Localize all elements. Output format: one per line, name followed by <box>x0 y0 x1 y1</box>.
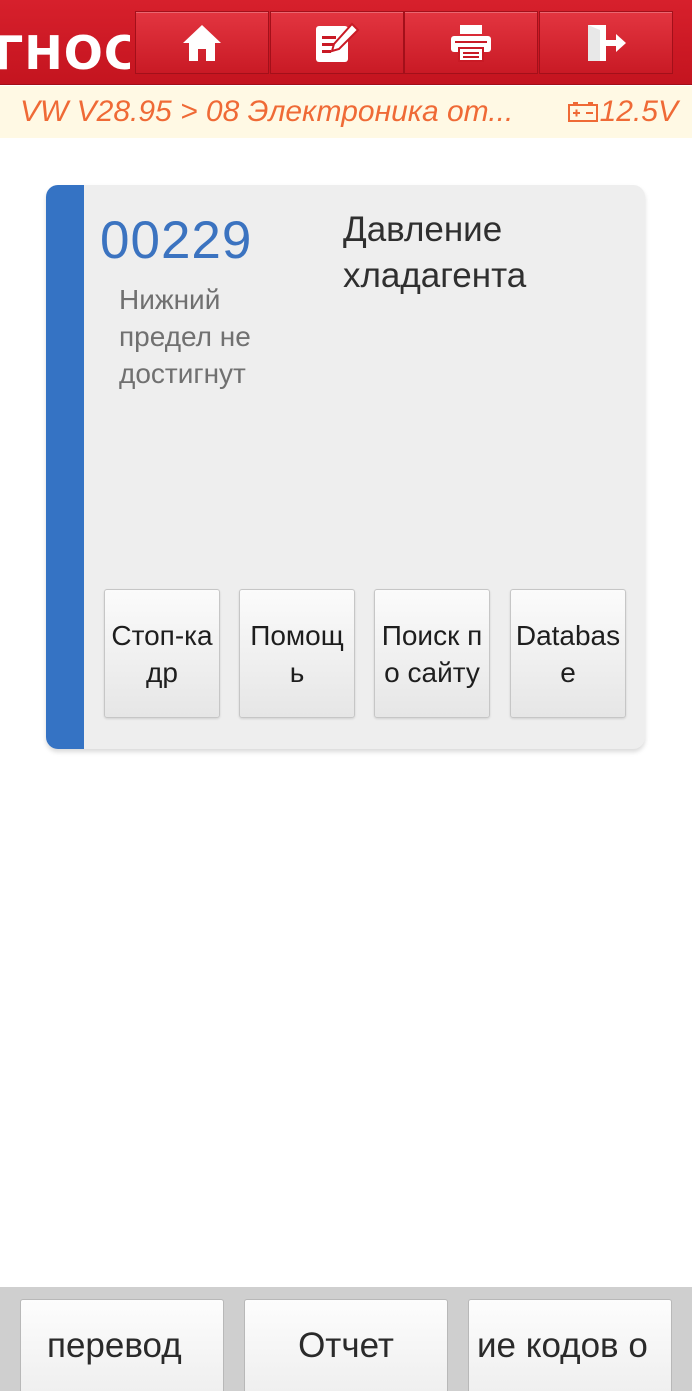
home-icon <box>183 24 221 61</box>
voltage-indicator: 12.5V <box>567 86 678 138</box>
translate-button[interactable]: перевод <box>20 1299 224 1391</box>
dtc-status: Нижний предел не достигнут <box>119 284 251 389</box>
dtc-card: 00229 Нижний предел не достигнут Давлени… <box>46 185 645 749</box>
breadcrumb-bar: VW V28.95 > 08 Электроника от... 12.5V <box>0 86 692 138</box>
voltage-value: 12.5V <box>599 95 678 128</box>
card-accent-stripe <box>46 185 84 749</box>
breadcrumb: VW V28.95 > 08 Электроника от... <box>20 95 514 128</box>
battery-icon <box>567 102 598 122</box>
print-button[interactable] <box>404 11 538 74</box>
printer-icon <box>451 24 491 62</box>
report-button[interactable]: Отчет <box>244 1299 448 1391</box>
site-search-button[interactable]: Поиск по сайту <box>374 589 490 718</box>
edit-note-icon <box>316 22 360 62</box>
clear-codes-button-label: ие кодов о <box>477 1326 648 1365</box>
help-button[interactable]: Помощь <box>239 589 355 718</box>
exit-icon <box>588 24 626 61</box>
home-button[interactable] <box>135 11 269 74</box>
exit-button[interactable] <box>539 11 673 74</box>
notes-button[interactable] <box>270 11 404 74</box>
dtc-code: 00229 <box>100 211 253 270</box>
freeze-frame-button[interactable]: Стоп-кадр <box>104 589 220 718</box>
database-button[interactable]: Database <box>510 589 626 718</box>
dtc-description: Давление хладагента <box>343 210 527 295</box>
translate-button-label: перевод <box>47 1326 182 1365</box>
app-title: ГНОСТИКА <box>0 26 130 80</box>
top-toolbar: ГНОСТИКА <box>0 0 692 85</box>
clear-codes-button[interactable]: ие кодов о <box>468 1299 672 1391</box>
bottom-action-bar: перевод Отчет ие кодов о <box>0 1287 692 1391</box>
report-button-label: Отчет <box>298 1326 394 1365</box>
